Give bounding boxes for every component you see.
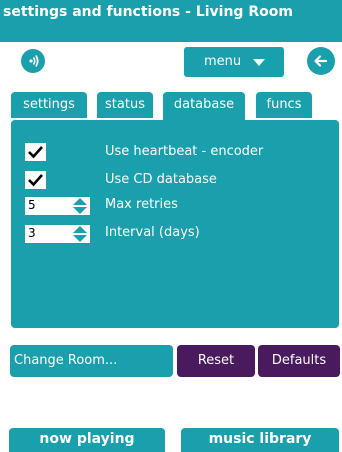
max-retries-label: Max retries — [105, 197, 178, 212]
heartbeat-checkbox[interactable] — [25, 143, 46, 161]
heartbeat-label: Use heartbeat - encoder — [105, 144, 264, 159]
interval-stepper[interactable]: 3 — [25, 225, 90, 243]
interval-value: 3 — [28, 226, 36, 240]
change-room-button[interactable]: Change Room... — [10, 345, 173, 377]
tab-status[interactable]: status — [97, 92, 153, 118]
checkmark-icon — [28, 146, 43, 159]
interval-label: Interval (days) — [105, 225, 200, 240]
window-title: settings and functions - Living Room — [3, 4, 293, 20]
speaker-icon — [29, 55, 39, 67]
cd-database-label: Use CD database — [105, 172, 217, 187]
max-retries-value: 5 — [28, 198, 36, 212]
tab-label: funcs — [266, 97, 302, 112]
chevron-down-icon — [253, 59, 265, 66]
title-bar: settings and functions - Living Room — [0, 0, 342, 42]
checkmark-icon — [28, 174, 43, 187]
cd-database-checkbox[interactable] — [25, 171, 46, 189]
change-room-label: Change Room... — [14, 353, 118, 368]
menu-label: menu — [204, 54, 242, 69]
tab-settings[interactable]: settings — [11, 92, 87, 118]
now-playing-tab[interactable]: now playing — [9, 428, 165, 452]
reset-button[interactable]: Reset — [177, 345, 255, 377]
music-library-tab[interactable]: music library — [181, 428, 339, 452]
menu-button[interactable]: menu — [184, 47, 284, 77]
control-bar — [0, 42, 342, 82]
defaults-label: Defaults — [271, 353, 327, 368]
speaker-button[interactable] — [21, 49, 45, 73]
stepper-arrows-icon[interactable] — [71, 197, 89, 215]
stepper-arrows-icon[interactable] — [71, 225, 89, 243]
defaults-button[interactable]: Defaults — [258, 345, 340, 377]
tab-label: database — [173, 97, 235, 112]
tab-label: settings — [23, 97, 75, 112]
back-button[interactable] — [307, 47, 335, 75]
now-playing-label: now playing — [39, 431, 135, 447]
tab-label: status — [105, 97, 145, 112]
music-library-label: music library — [208, 431, 312, 447]
max-retries-stepper[interactable]: 5 — [25, 197, 90, 215]
tab-funcs[interactable]: funcs — [256, 92, 312, 118]
back-arrow-icon — [314, 55, 328, 67]
reset-label: Reset — [197, 353, 235, 368]
